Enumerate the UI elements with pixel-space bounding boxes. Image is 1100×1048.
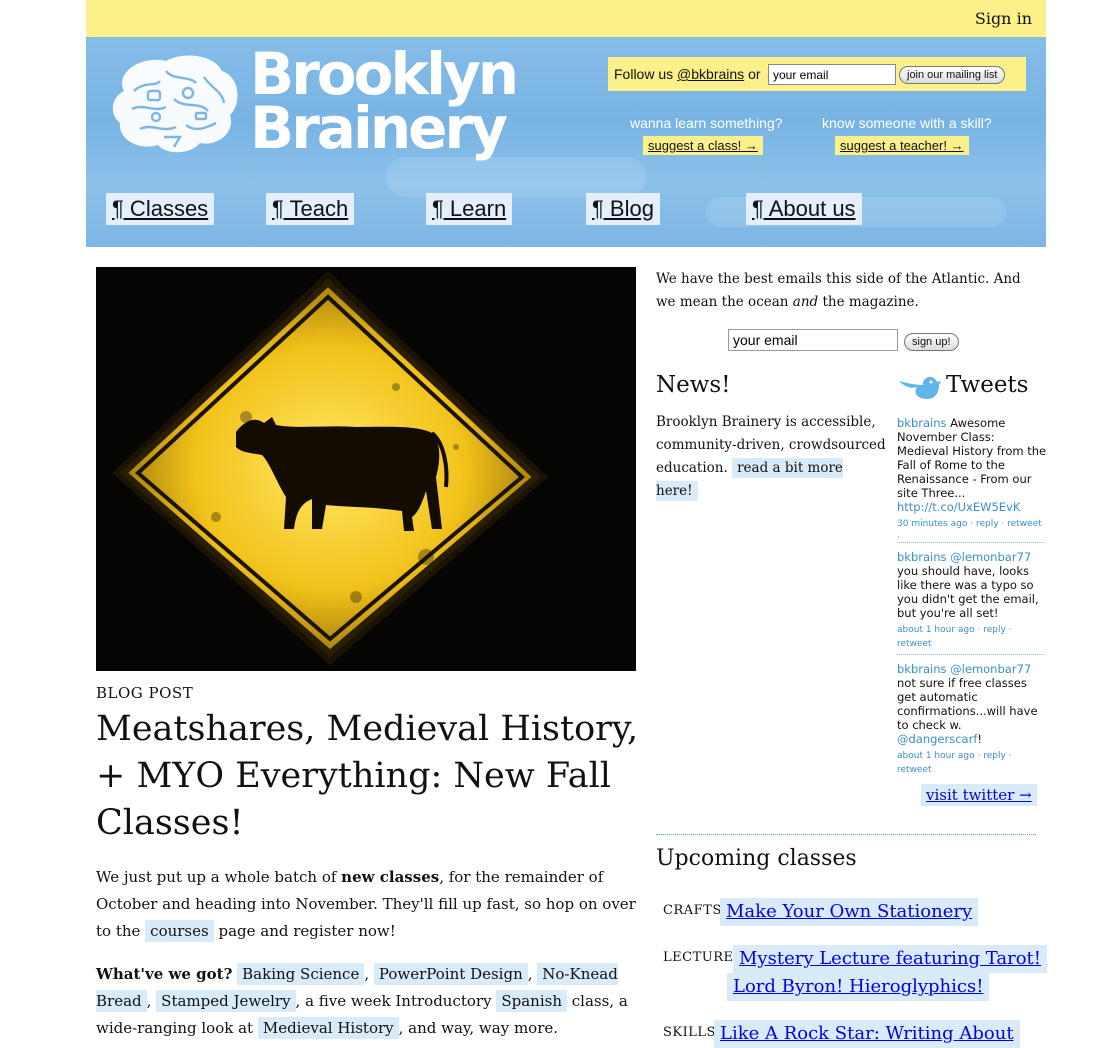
follow-label: Follow us @bkbrains or [614, 66, 761, 82]
tweet-user-link[interactable]: bkbrains [897, 550, 947, 564]
upcoming-class-link[interactable]: Make Your Own Stationery [720, 898, 979, 926]
tweets-heading: Tweets [946, 372, 1029, 398]
nav-blog[interactable]: ¶ Blog [586, 193, 660, 225]
post-text: We just put up a whole batch of [96, 868, 342, 886]
visit-twitter-link[interactable]: visit twitter → [921, 784, 1037, 806]
tweet-text: you should have, looks like there was a … [897, 564, 1039, 620]
post-bold-text: What've we got? [96, 965, 233, 983]
tweet-meta: 30 minutes ago · reply · retweet · [897, 519, 1042, 543]
nav-about-us[interactable]: ¶ About us [746, 193, 862, 225]
tweet-time[interactable]: about 1 hour ago [897, 751, 975, 761]
tweet-retweet-link[interactable]: retweet [897, 765, 932, 775]
class-link-spanish[interactable]: Spanish [496, 990, 567, 1012]
suggest-teacher-link[interactable]: suggest a teacher! → [835, 136, 969, 155]
class-category-label: LECTURE [663, 950, 734, 965]
tweet-mention-link[interactable]: @dangerscarf [897, 732, 977, 746]
class-link-baking-science[interactable]: Baking Science [237, 963, 365, 985]
news-text: Brooklyn Brainery is accessible, communi… [656, 411, 886, 503]
tweet-mention-link[interactable]: @lemonbar77 [950, 662, 1031, 676]
news-heading: News! [656, 372, 731, 398]
site-logo-wordmark[interactable]: Brooklyn Brainery [250, 40, 519, 162]
tweet-url-link[interactable]: http://t.co/UxEW5EvK [897, 500, 1020, 514]
class-link-stamped-jewelry[interactable]: Stamped Jewelry [156, 990, 296, 1012]
tweet-user-link[interactable]: bkbrains [897, 416, 947, 430]
upcoming-class-link[interactable]: Like A Rock Star: Writing About [714, 1020, 1020, 1048]
top-bar: Sign in [86, 0, 1046, 37]
courses-link[interactable]: courses [145, 920, 214, 942]
sign-up-button[interactable]: sign up! [904, 333, 959, 351]
tweet-reply-link[interactable]: reply [983, 625, 1006, 635]
tweet-meta: about 1 hour ago · reply · retweet [897, 751, 1012, 775]
tweet-retweet-link[interactable]: retweet [897, 639, 932, 649]
intro-text: the magazine. [818, 294, 919, 310]
upcoming-class-link[interactable]: Mystery Lecture featuring Tarot! [733, 945, 1048, 973]
tweet-time[interactable]: about 1 hour ago [897, 625, 975, 635]
banner-cloud [386, 157, 646, 197]
upcoming-class-link-continued[interactable]: Lord Byron! Hieroglyphics! [727, 973, 990, 1001]
post-text: , and way, way more. [398, 1019, 559, 1037]
nav-teach[interactable]: ¶ Teach [266, 193, 355, 225]
mailing-list-email-input[interactable] [768, 64, 896, 85]
nav-learn[interactable]: ¶ Learn [426, 193, 513, 225]
tweet-divider [897, 542, 1044, 543]
newsletter-email-input[interactable] [728, 329, 898, 351]
section-divider [656, 834, 1036, 835]
twitter-handle-link[interactable]: @bkbrains [677, 66, 744, 82]
tweet-time[interactable]: 30 minutes ago [897, 519, 967, 529]
post-text: page and register now! [213, 922, 396, 940]
tweet-text: not sure if free classes get automatic c… [897, 676, 1038, 732]
join-mailing-list-button[interactable]: join our mailing list [899, 66, 1006, 84]
tweet-item: bkbrains @lemonbar77 you should have, lo… [897, 550, 1047, 651]
class-category-label: SKILLS [663, 1025, 716, 1040]
learn-question: wanna learn something? [630, 115, 783, 131]
cow-crossing-sign-image [96, 267, 636, 671]
logo-line-2: Brainery [250, 94, 508, 162]
site-banner: Brooklyn Brainery Follow us @bkbrains or… [86, 37, 1046, 247]
follow-box: Follow us @bkbrains or join our mailing … [608, 57, 1026, 91]
logo-line-1: Brooklyn [250, 40, 519, 108]
tweet-reply-link[interactable]: reply [983, 751, 1006, 761]
post-bold-text: new classes [341, 868, 440, 886]
class-category-label: CRAFTS [663, 903, 722, 918]
tweet-mention-link[interactable]: @lemonbar77 [950, 550, 1031, 564]
tweet-text: ! [977, 732, 983, 746]
newsletter-intro: We have the best emails this side of the… [656, 268, 1028, 314]
post-paragraph-2: What've we got? Baking Science, PowerPoi… [96, 963, 628, 1039]
tweet-user-link[interactable]: bkbrains [897, 662, 947, 676]
upcoming-classes-heading: Upcoming classes [656, 846, 857, 871]
tweet-reply-link[interactable]: reply [976, 519, 999, 529]
post-title[interactable]: Meatshares, Medieval History, + MYO Ever… [96, 706, 646, 847]
intro-emphasis: and [792, 294, 819, 310]
teach-question: know someone with a skill? [822, 115, 992, 131]
class-link-medieval-history[interactable]: Medieval History [257, 1017, 399, 1039]
tweet-item: bkbrains @lemonbar77 not sure if free cl… [897, 662, 1047, 777]
suggest-class-link[interactable]: suggest a class! → [643, 136, 763, 155]
tweet-divider [897, 654, 1044, 655]
brain-logo-icon [112, 55, 238, 153]
tweet-retweet-link[interactable]: retweet [1007, 519, 1042, 529]
tweet-meta: about 1 hour ago · reply · retweet [897, 625, 1012, 649]
tweet-item: bkbrains Awesome November Class: Medieva… [897, 416, 1047, 545]
post-kicker: BLOG POST [96, 684, 194, 702]
follow-prefix: Follow us [614, 66, 674, 82]
post-paragraph-1: We just put up a whole batch of new clas… [96, 864, 641, 945]
class-link-powerpoint-design[interactable]: PowerPoint Design [373, 963, 528, 985]
nav-classes[interactable]: ¶ Classes [106, 193, 215, 225]
follow-or: or [748, 66, 761, 82]
sign-in-link[interactable]: Sign in [975, 9, 1032, 28]
blog-post-image[interactable] [96, 267, 636, 671]
post-text: a five week Introductory [300, 992, 497, 1010]
twitter-bird-icon [899, 376, 941, 399]
